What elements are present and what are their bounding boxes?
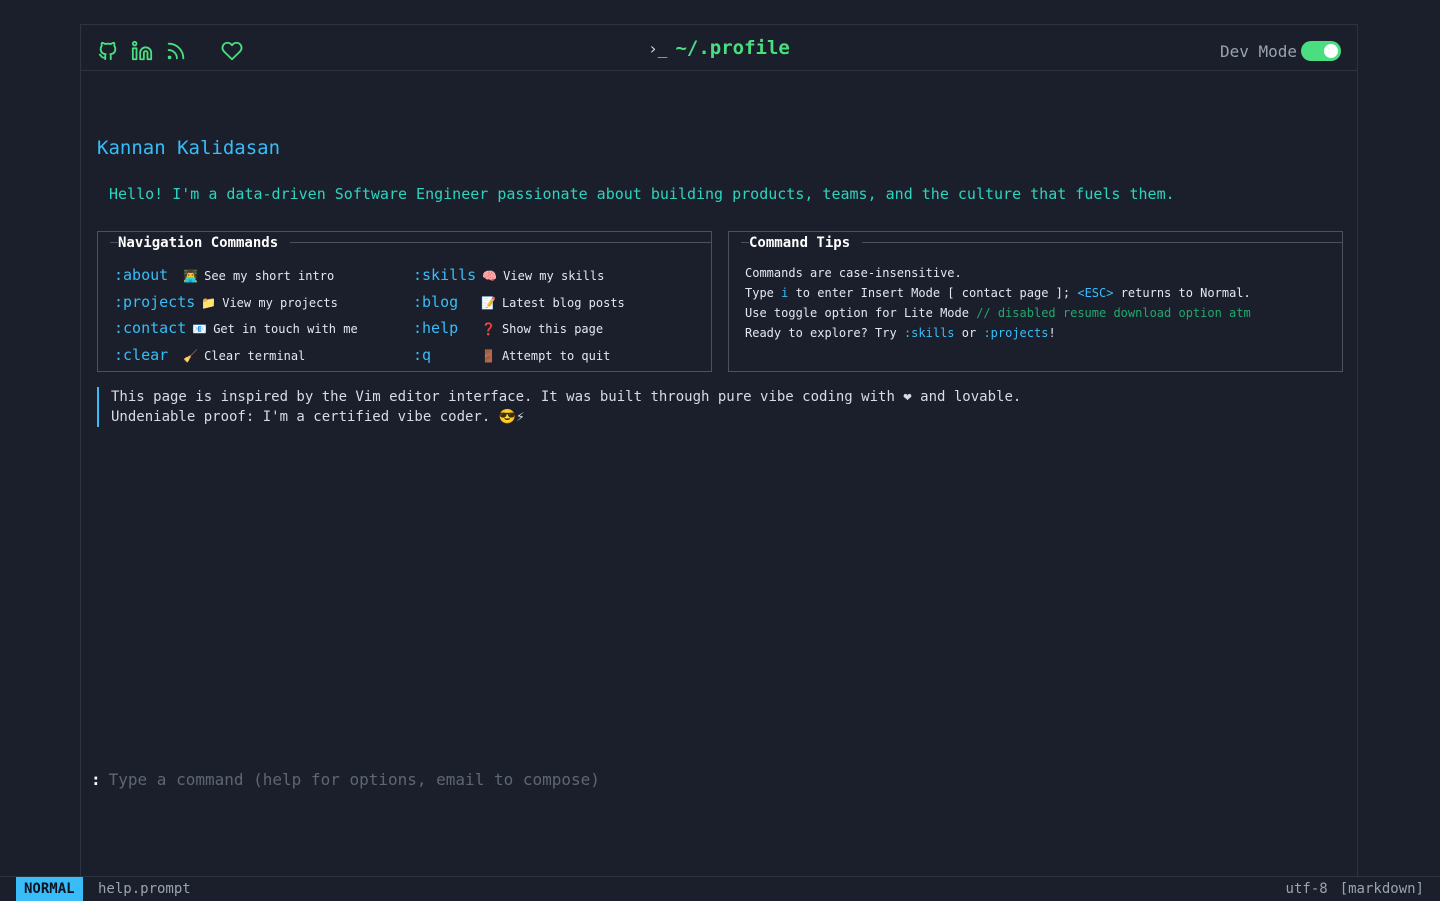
command-projects[interactable]: :projects 📁 View my projects (114, 293, 338, 311)
status-file: help.prompt (98, 881, 191, 897)
title-text: ~/.profile (675, 37, 790, 59)
tip-line: Use toggle option for Lite Mode // disab… (745, 306, 1251, 320)
memo-icon: 📝 (481, 296, 496, 310)
command-quit[interactable]: :q 🚪 Attempt to quit (413, 346, 610, 364)
panel-heading: Command Tips (749, 235, 863, 251)
command-skills[interactable]: :skills 🧠 View my skills (413, 266, 604, 284)
tips-text: Commands are case-insensitive. Type i to… (745, 263, 1251, 343)
tip-line: Type i to enter Insert Mode [ contact pa… (745, 286, 1251, 300)
door-icon: 🚪 (481, 349, 496, 363)
tip-line: Commands are case-insensitive. (745, 266, 962, 280)
brain-icon: 🧠 (482, 269, 498, 283)
command-contact[interactable]: :contact 📧 Get in touch with me (114, 319, 358, 337)
mail-icon: 📧 (192, 322, 208, 336)
tip-line: Ready to explore? Try :skills or :projec… (745, 326, 1056, 340)
status-right: utf-8 [markdown] (1274, 877, 1424, 901)
dev-mode-toggle[interactable] (1301, 41, 1341, 61)
top-bar: ›_ ~/.profile Dev Mode (81, 25, 1357, 71)
quote-line: This page is inspired by the Vim editor … (111, 389, 1022, 405)
navigation-commands-panel: Navigation Commands :about 👨‍💻 See my shor… (97, 231, 712, 372)
toggle-knob (1324, 44, 1338, 58)
quote-line: Undeniable proof: I'm a certified vibe c… (111, 409, 525, 425)
profile-intro: Hello! I'm a data-driven Software Engine… (109, 185, 1175, 203)
panel-heading: Navigation Commands (118, 235, 291, 251)
profile-name: Kannan Kalidasan (97, 137, 281, 159)
command-line: : (91, 769, 1011, 790)
question-icon: ❓ (481, 322, 496, 336)
dev-mode-label: Dev Mode (1219, 41, 1297, 61)
encoding: utf-8 (1285, 881, 1328, 897)
mode-indicator: NORMAL (16, 877, 83, 901)
command-tips-panel: Command Tips Commands are case-insensiti… (728, 231, 1343, 372)
filetype: [markdown] (1339, 881, 1424, 897)
command-about[interactable]: :about 👨‍💻 See my short intro (114, 266, 334, 284)
command-blog[interactable]: :blog 📝 Latest blog posts (413, 293, 625, 311)
terminal-window: ›_ ~/.profile Dev Mode Kannan Kalidasan H… (80, 24, 1358, 900)
terminal-prompt-icon: ›_ (648, 39, 668, 58)
command-help[interactable]: :help ❓ Show this page (413, 319, 603, 337)
window-title: ›_ ~/.profile (81, 37, 1357, 59)
command-clear[interactable]: :clear 🧹 Clear terminal (114, 346, 305, 364)
dev-mode-control: Dev Mode (1220, 41, 1341, 61)
command-prompt: : (91, 770, 101, 789)
folder-icon: 📁 (201, 296, 217, 310)
about-icon: 👨‍💻 (183, 269, 199, 283)
broom-icon: 🧹 (183, 349, 199, 363)
inspiration-quote: This page is inspired by the Vim editor … (97, 387, 1021, 427)
command-input[interactable] (106, 769, 1011, 790)
status-bar: NORMAL help.prompt utf-8 [markdown] (0, 876, 1440, 901)
